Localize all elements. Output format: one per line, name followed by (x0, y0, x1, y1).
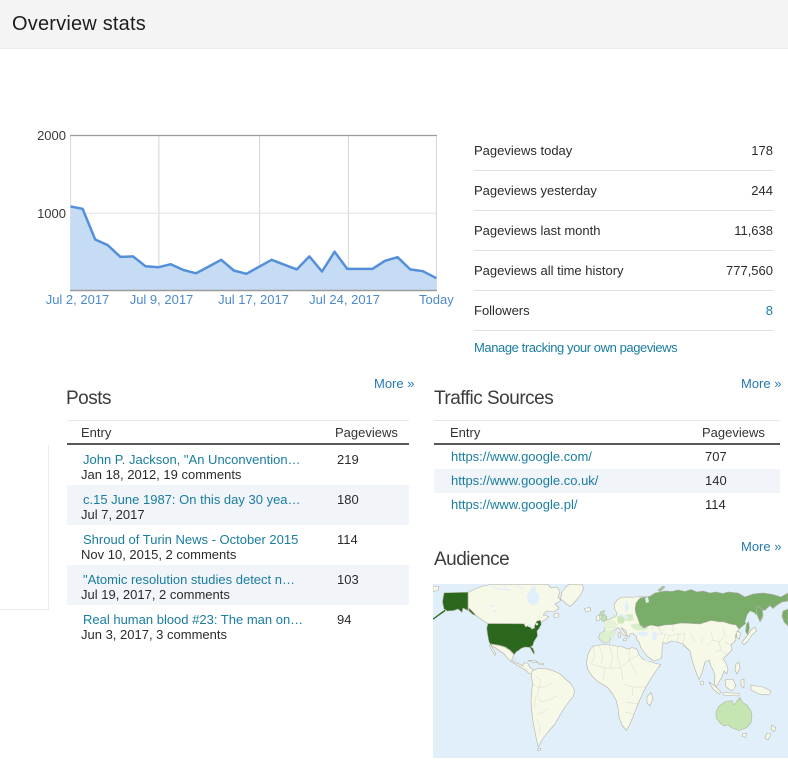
svg-text:2000: 2000 (37, 128, 66, 143)
svg-text:Jul 2, 2017: Jul 2, 2017 (46, 292, 110, 307)
svg-text:Today: Today (419, 292, 454, 307)
svg-text:Jul 17, 2017: Jul 17, 2017 (218, 292, 289, 307)
svg-text:Jul 9, 2017: Jul 9, 2017 (130, 292, 194, 307)
svg-text:1000: 1000 (37, 206, 66, 221)
svg-text:Jul 24, 2017: Jul 24, 2017 (309, 292, 380, 307)
